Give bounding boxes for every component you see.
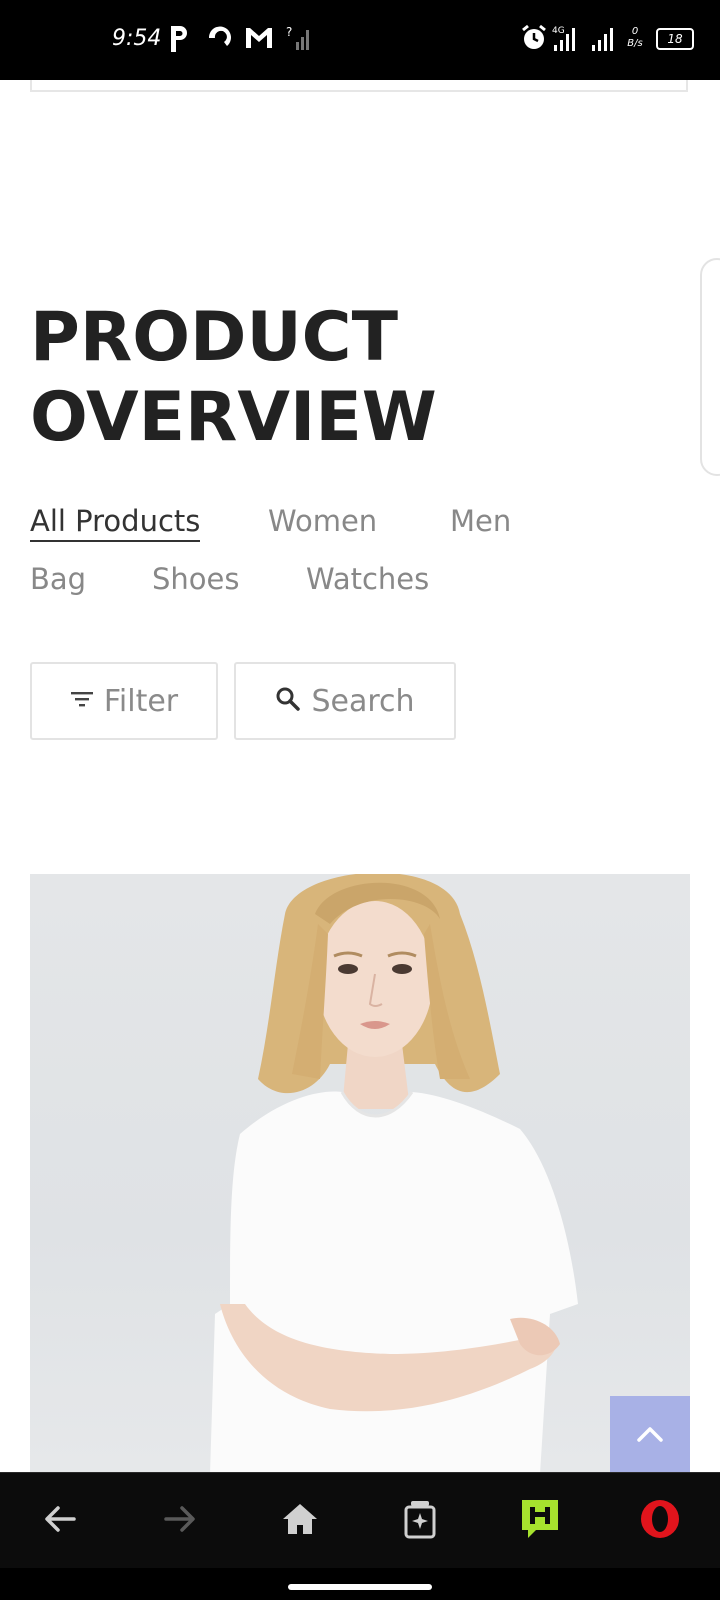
battery-icon: 18 xyxy=(656,28,694,50)
tab-bag[interactable]: Bag xyxy=(30,562,86,596)
parking-app-icon xyxy=(168,24,190,58)
svg-text:?: ? xyxy=(286,25,292,39)
tab-watches[interactable]: Watches xyxy=(306,562,429,596)
data-rate-unit: B/s xyxy=(627,38,643,49)
tabs-button[interactable] xyxy=(392,1493,448,1549)
product-image[interactable] xyxy=(30,874,690,1472)
tabs-icon xyxy=(402,1499,438,1543)
tab-shoes[interactable]: Shoes xyxy=(152,562,239,596)
model-photo xyxy=(210,874,578,1472)
opera-menu-button[interactable] xyxy=(632,1493,688,1549)
search-button[interactable]: Search xyxy=(234,662,456,740)
data-rate: 0 B/s xyxy=(622,26,648,50)
forward-button[interactable] xyxy=(152,1493,208,1549)
tab-women[interactable]: Women xyxy=(268,504,377,538)
status-time: 9:54 xyxy=(112,26,162,51)
hype-chat-icon xyxy=(520,1498,560,1544)
arrow-left-icon xyxy=(42,1503,78,1539)
bird-app-icon xyxy=(206,24,234,56)
side-panel-tab[interactable] xyxy=(700,258,720,476)
gesture-bar xyxy=(0,1568,720,1600)
browser-nav-bar xyxy=(0,1472,720,1569)
gmail-icon xyxy=(244,24,274,54)
home-gesture-handle[interactable] xyxy=(288,1584,432,1590)
filter-button[interactable]: Filter xyxy=(30,662,218,740)
opera-logo-icon xyxy=(639,1498,681,1544)
search-button-label: Search xyxy=(311,683,415,719)
filter-lines-icon xyxy=(70,689,94,713)
signal-4g-icon: 4G xyxy=(552,24,584,58)
back-to-top-button[interactable] xyxy=(610,1396,690,1472)
page-title: PRODUCT OVERVIEW xyxy=(30,298,630,458)
back-button[interactable] xyxy=(32,1493,88,1549)
page-title-line2: OVERVIEW xyxy=(30,378,437,457)
home-icon xyxy=(281,1502,319,1540)
alarm-icon xyxy=(520,24,548,56)
chevron-up-icon xyxy=(635,1424,665,1448)
data-rate-value: 0 xyxy=(631,26,639,37)
page-title-line1: PRODUCT xyxy=(30,298,398,377)
web-page: PRODUCT OVERVIEW All Products Women Men … xyxy=(0,80,720,1472)
status-bar: 9:54 ? 4G 0 B/s 18 xyxy=(0,0,720,80)
no-signal-icon: ? xyxy=(286,24,314,56)
tab-all-products[interactable]: All Products xyxy=(30,504,201,542)
previous-section-border xyxy=(30,80,688,92)
hype-button[interactable] xyxy=(512,1493,568,1549)
signal-icon xyxy=(590,24,618,58)
network-type: 4G xyxy=(552,26,565,36)
arrow-right-icon xyxy=(162,1503,198,1539)
filter-button-label: Filter xyxy=(103,683,179,719)
tab-men[interactable]: Men xyxy=(450,504,511,538)
battery-level: 18 xyxy=(656,28,694,50)
home-button[interactable] xyxy=(272,1493,328,1549)
magnifier-icon xyxy=(275,686,301,716)
